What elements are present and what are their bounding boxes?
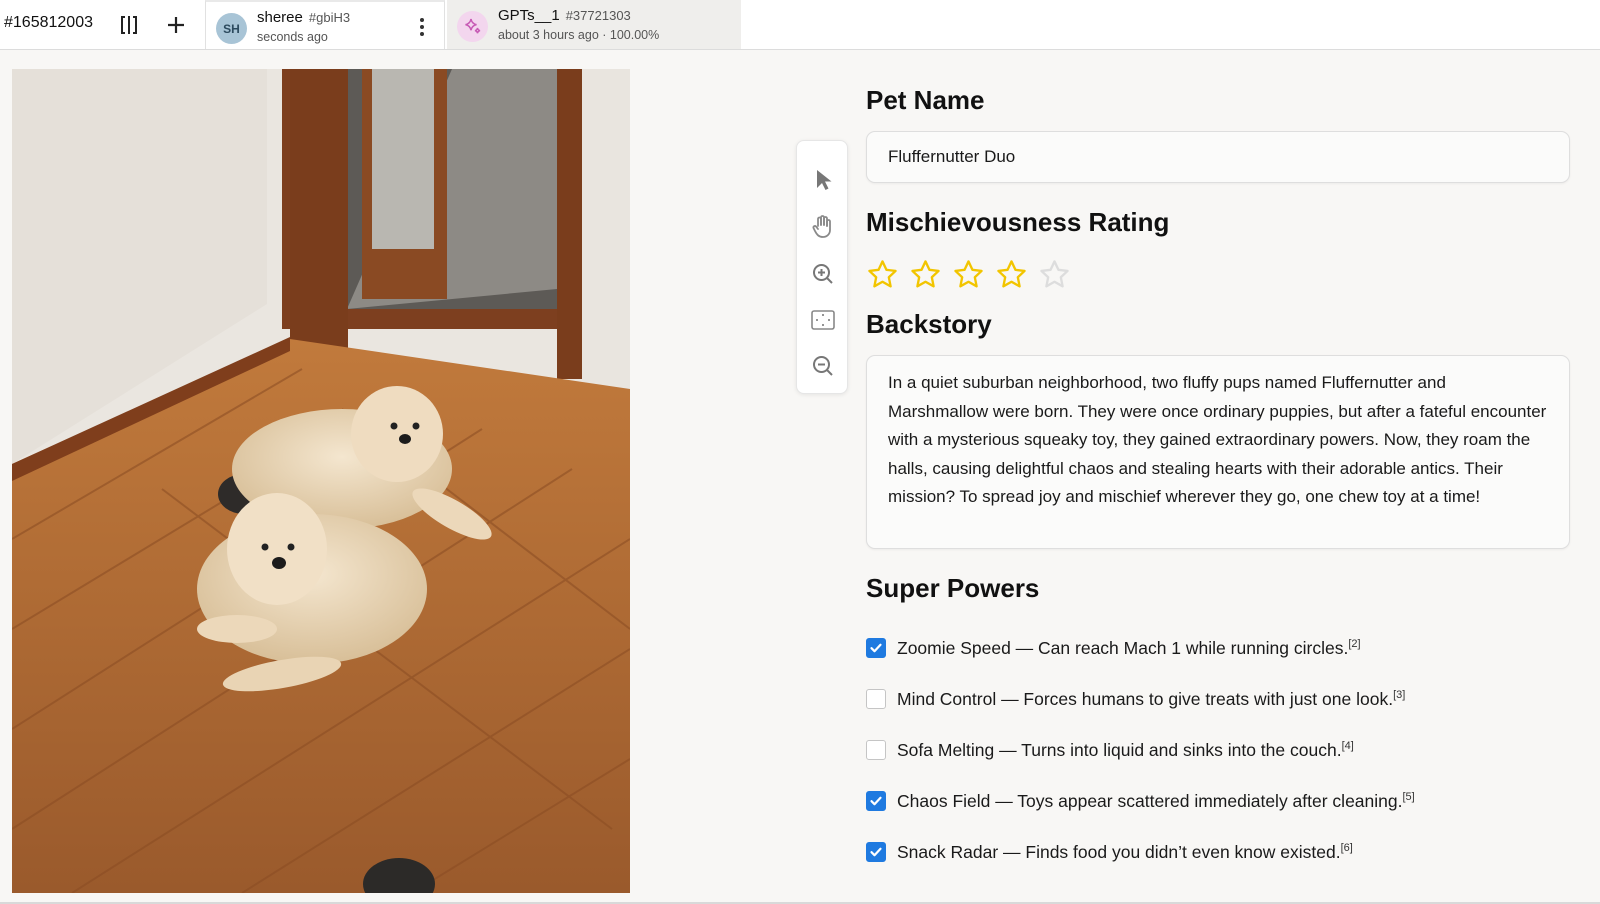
star-filled-icon[interactable] [909,258,942,291]
photo-two-puppies [12,69,630,893]
superpower-label: Sofa Melting — Turns into liquid and sin… [897,740,1354,761]
star-empty-icon[interactable] [1038,258,1071,291]
zoom-in-icon[interactable] [808,259,838,289]
pet-name-label: Pet Name [866,85,985,115]
fit-screen-icon[interactable] [808,305,838,335]
superpower-label: Chaos Field — Toys appear scattered imme… [897,791,1415,812]
check-icon [870,643,882,653]
pet-photo[interactable] [12,69,630,893]
check-icon [870,847,882,857]
star-rating[interactable] [866,258,1071,292]
tab-hash: #37721303 [565,8,631,23]
superpowers-label: Super Powers [866,573,1040,603]
superpower-label: Mind Control — Forces humans to give tre… [897,689,1405,710]
star-filled-icon[interactable] [952,258,985,291]
citation-ref[interactable]: [4] [1342,740,1354,752]
checkbox-checked[interactable] [866,842,886,862]
hand-icon[interactable] [808,212,838,242]
superpower-label: Zoomie Speed — Can reach Mach 1 while ru… [897,638,1361,659]
superpower-item[interactable]: Snack Radar — Finds food you didn’t even… [866,840,1353,864]
star-filled-icon[interactable] [995,258,1028,291]
superpower-text: Snack Radar — Finds food you didn’t even… [897,841,1341,862]
rating-label: Mischievousness Rating [866,207,1170,237]
superpower-item[interactable]: Zoomie Speed — Can reach Mach 1 while ru… [866,636,1361,660]
pet-name-input[interactable]: Fluffernutter Duo [866,131,1570,183]
superpower-text: Zoomie Speed — Can reach Mach 1 while ru… [897,637,1349,658]
image-toolbar [796,140,848,394]
tab-subtitle: about 3 hours ago · 100.00% [498,28,660,42]
citation-ref[interactable]: [2] [1348,638,1360,650]
tab-title: GPTs__1 #37721303 [498,7,631,24]
tab-title: sheree #gbiH3 [257,9,350,26]
zoom-out-icon[interactable] [808,351,838,381]
checkbox-unchecked[interactable] [866,740,886,760]
tab-hash: #gbiH3 [308,10,351,25]
sparkle-icon [457,11,488,42]
backstory-label: Backstory [866,309,992,339]
superpower-text: Sofa Melting — Turns into liquid and sin… [897,739,1342,760]
tab-user-name: sheree [257,9,303,26]
checkbox-unchecked[interactable] [866,689,886,709]
star-filled-icon[interactable] [866,258,899,291]
check-icon [870,796,882,806]
superpower-text: Mind Control — Forces humans to give tre… [897,688,1394,709]
split-view-icon[interactable] [114,10,144,40]
superpower-label: Snack Radar — Finds food you didn’t even… [897,842,1353,863]
citation-ref[interactable]: [6] [1341,842,1353,854]
backstory-textarea[interactable]: In a quiet suburban neighborhood, two fl… [866,355,1570,549]
superpower-item[interactable]: Chaos Field — Toys appear scattered imme… [866,789,1415,813]
task-id: #165812003 [4,14,93,31]
citation-ref[interactable]: [5] [1402,791,1414,803]
more-vertical-icon[interactable] [414,16,430,38]
tab-model-name: GPTs__1 [498,7,560,24]
cursor-icon[interactable] [808,165,838,195]
checkbox-checked[interactable] [866,638,886,658]
superpower-item[interactable]: Mind Control — Forces humans to give tre… [866,687,1405,711]
plus-icon[interactable] [161,10,191,40]
superpower-text: Chaos Field — Toys appear scattered imme… [897,790,1403,811]
superpower-item[interactable]: Sofa Melting — Turns into liquid and sin… [866,738,1354,762]
tab-gpts[interactable]: GPTs__1 #37721303 about 3 hours ago · 100… [447,0,741,49]
avatar: SH [216,13,247,44]
checkbox-checked[interactable] [866,791,886,811]
top-bar: #165812003 SH sheree #gbiH3 seconds ago G… [0,0,1600,50]
tab-sheree[interactable]: SH sheree #gbiH3 seconds ago [205,0,445,49]
tab-subtitle: seconds ago [257,30,328,44]
citation-ref[interactable]: [3] [1393,689,1405,701]
